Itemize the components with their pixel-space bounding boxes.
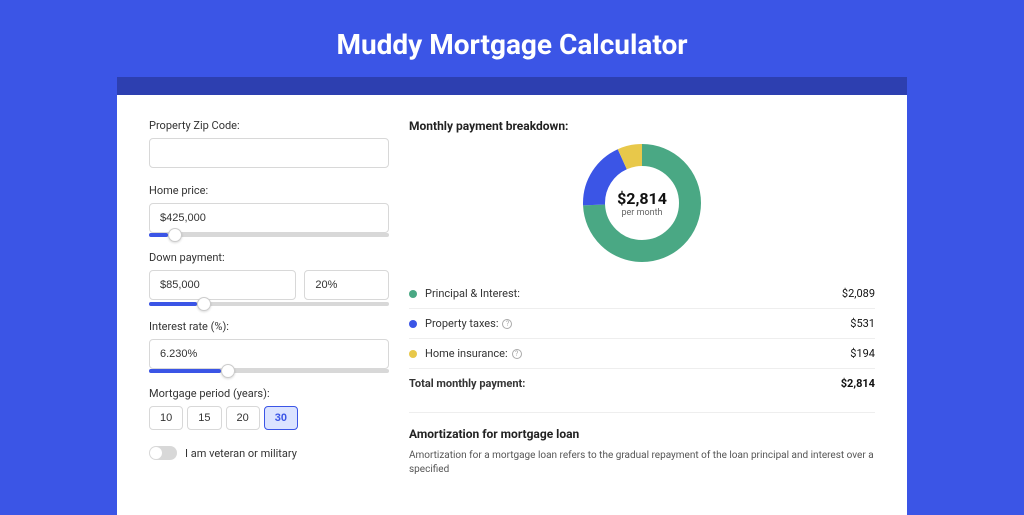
period-btn-20[interactable]: 20 — [226, 406, 260, 430]
slider-thumb[interactable] — [221, 364, 235, 378]
interest-label: Interest rate (%): — [149, 320, 389, 333]
home-price-field-group: Home price: — [149, 184, 389, 237]
total-label: Total monthly payment: — [409, 377, 841, 390]
legend-label: Principal & Interest: — [425, 287, 842, 300]
calculator-card: Property Zip Code: Home price: Down paym… — [117, 95, 907, 515]
inputs-column: Property Zip Code: Home price: Down paym… — [149, 119, 389, 491]
donut-amount: $2,814 — [617, 189, 667, 208]
period-btn-15[interactable]: 15 — [187, 406, 221, 430]
down-payment-amount-input[interactable] — [149, 270, 296, 300]
amortization-title: Amortization for mortgage loan — [409, 427, 875, 441]
dot-icon — [409, 320, 417, 328]
slider-thumb[interactable] — [168, 228, 182, 242]
legend-label-text: Home insurance: — [425, 347, 508, 360]
total-value: $2,814 — [841, 377, 875, 390]
period-label: Mortgage period (years): — [149, 387, 389, 400]
dot-icon — [409, 350, 417, 358]
legend-value: $194 — [850, 347, 875, 360]
interest-slider[interactable] — [149, 369, 389, 373]
legend-label-text: Property taxes: — [425, 317, 498, 330]
period-field-group: Mortgage period (years): 10 15 20 30 — [149, 387, 389, 430]
zip-input[interactable] — [149, 138, 389, 168]
page-title: Muddy Mortgage Calculator — [0, 0, 1024, 77]
home-price-slider[interactable] — [149, 233, 389, 237]
legend-value: $531 — [850, 317, 875, 330]
period-btn-30[interactable]: 30 — [264, 406, 298, 430]
legend-row-insurance: Home insurance: ? $194 — [409, 339, 875, 369]
donut-chart: $2,814 per month — [582, 143, 702, 263]
down-payment-field-group: Down payment: — [149, 251, 389, 306]
legend-row-total: Total monthly payment: $2,814 — [409, 369, 875, 398]
info-icon[interactable]: ? — [512, 349, 522, 359]
home-price-label: Home price: — [149, 184, 389, 197]
legend-label: Property taxes: ? — [425, 317, 850, 330]
amortization-section: Amortization for mortgage loan Amortizat… — [409, 412, 875, 477]
veteran-toggle[interactable] — [149, 446, 177, 460]
period-buttons: 10 15 20 30 — [149, 406, 389, 430]
amortization-text: Amortization for a mortgage loan refers … — [409, 449, 875, 477]
slider-thumb[interactable] — [197, 297, 211, 311]
zip-label: Property Zip Code: — [149, 119, 389, 132]
zip-field-group: Property Zip Code: — [149, 119, 389, 170]
down-payment-slider[interactable] — [149, 302, 389, 306]
dot-icon — [409, 290, 417, 298]
slider-fill — [149, 233, 168, 237]
interest-field-group: Interest rate (%): — [149, 320, 389, 373]
slider-fill — [149, 302, 197, 306]
donut-sub: per month — [621, 208, 662, 218]
legend-label: Home insurance: ? — [425, 347, 850, 360]
down-payment-label: Down payment: — [149, 251, 389, 264]
interest-input[interactable] — [149, 339, 389, 369]
period-btn-10[interactable]: 10 — [149, 406, 183, 430]
legend-row-principal: Principal & Interest: $2,089 — [409, 279, 875, 309]
info-icon[interactable]: ? — [502, 319, 512, 329]
legend-row-taxes: Property taxes: ? $531 — [409, 309, 875, 339]
legend-label-text: Principal & Interest: — [425, 287, 520, 300]
legend-value: $2,089 — [842, 287, 875, 300]
veteran-toggle-row: I am veteran or military — [149, 446, 389, 460]
breakdown-title: Monthly payment breakdown: — [409, 119, 875, 133]
header-accent-bar — [117, 77, 907, 95]
slider-fill — [149, 369, 221, 373]
donut-chart-wrap: $2,814 per month — [409, 143, 875, 263]
down-payment-percent-input[interactable] — [304, 270, 389, 300]
results-column: Monthly payment breakdown: $2,814 per mo… — [409, 119, 875, 491]
home-price-input[interactable] — [149, 203, 389, 233]
veteran-label: I am veteran or military — [185, 447, 297, 460]
donut-center: $2,814 per month — [604, 165, 680, 241]
